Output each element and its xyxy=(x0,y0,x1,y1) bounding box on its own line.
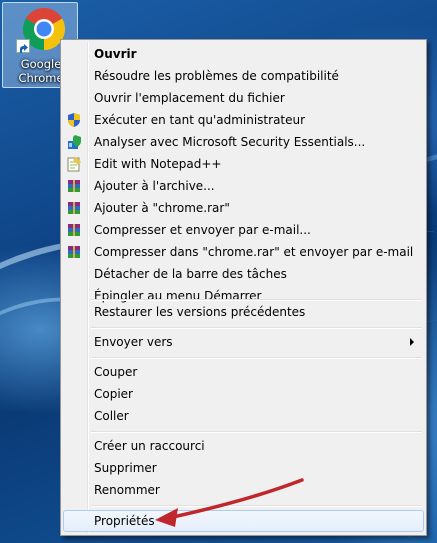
menu-separator xyxy=(91,327,422,329)
security-essentials-icon xyxy=(68,135,81,149)
menu-item-label: Couper xyxy=(94,365,138,379)
menu-item-label: Exécuter en tant qu'administrateur xyxy=(94,113,306,127)
menu-item-label: Ajouter à l'archive... xyxy=(94,179,215,193)
menu-item-run-as-administrator[interactable]: Exécuter en tant qu'administrateur xyxy=(63,109,424,131)
menu-item-label: Compresser dans "chrome.rar" et envoyer … xyxy=(94,245,414,259)
menu-item-unpin-from-taskbar[interactable]: Détacher de la barre des tâches xyxy=(63,263,424,285)
menu-item-label: Edit with Notepad++ xyxy=(94,157,222,171)
menu-item-label: Supprimer xyxy=(94,461,157,475)
menu-item-label: Analyser avec Microsoft Security Essenti… xyxy=(94,135,366,149)
menu-item-cut[interactable]: Couper xyxy=(63,361,424,383)
menu-item-ouvrir[interactable]: Ouvrir xyxy=(63,43,424,65)
menu-item-troubleshoot-compatibility[interactable]: Résoudre les problèmes de compatibilité xyxy=(63,65,424,87)
menu-item-delete[interactable]: Supprimer xyxy=(63,457,424,479)
menu-item-open-file-location[interactable]: Ouvrir l'emplacement du fichier xyxy=(63,87,424,109)
winrar-icon xyxy=(68,246,80,258)
menu-item-label: Restaurer les versions précédentes xyxy=(94,305,306,319)
menu-item-paste[interactable]: Coller xyxy=(63,405,424,427)
menu-item-edit-notepad-plus-plus[interactable]: Edit with Notepad++ xyxy=(63,153,424,175)
menu-item-label: Ouvrir xyxy=(94,47,137,61)
notepad-plus-plus-icon xyxy=(67,157,81,172)
uac-shield-icon xyxy=(68,113,80,127)
menu-item-label: Envoyer vers xyxy=(94,335,173,349)
menu-item-label: Créer un raccourci xyxy=(94,439,205,453)
shortcut-arrow-icon xyxy=(16,39,30,53)
menu-item-restore-previous-versions[interactable]: Restaurer les versions précédentes xyxy=(63,301,424,323)
menu-item-label: Renommer xyxy=(94,483,160,497)
menu-item-properties[interactable]: Propriétés xyxy=(63,510,424,532)
winrar-icon xyxy=(68,180,80,192)
menu-item-label: Ouvrir l'emplacement du fichier xyxy=(94,91,285,105)
menu-separator xyxy=(91,357,422,359)
menu-item-rename[interactable]: Renommer xyxy=(63,479,424,501)
winrar-icon xyxy=(68,202,80,214)
menu-item-label: Propriétés xyxy=(94,514,155,528)
menu-item-compress-and-email[interactable]: Compresser et envoyer par e-mail... xyxy=(63,219,424,241)
menu-item-label: Résoudre les problèmes de compatibilité xyxy=(94,69,339,83)
menu-separator xyxy=(91,505,422,507)
context-menu: Ouvrir Résoudre les problèmes de compati… xyxy=(60,39,427,536)
menu-item-label: Coller xyxy=(94,409,129,423)
menu-item-label: Ajouter à "chrome.rar" xyxy=(94,201,230,215)
menu-item-label: Détacher de la barre des tâches xyxy=(94,267,287,281)
menu-item-add-to-chrome-rar[interactable]: Ajouter à "chrome.rar" xyxy=(63,197,424,219)
menu-item-compress-to-chrome-rar-and-email[interactable]: Compresser dans "chrome.rar" et envoyer … xyxy=(63,241,424,263)
menu-item-label: Copier xyxy=(94,387,133,401)
menu-item-copy[interactable]: Copier xyxy=(63,383,424,405)
winrar-icon xyxy=(68,224,80,236)
menu-separator xyxy=(91,431,422,433)
menu-item-label: Compresser et envoyer par e-mail... xyxy=(94,223,311,237)
submenu-arrow-icon xyxy=(410,338,414,346)
menu-item-send-to[interactable]: Envoyer vers xyxy=(63,331,424,353)
menu-item-create-shortcut[interactable]: Créer un raccourci xyxy=(63,435,424,457)
menu-item-scan-security-essentials[interactable]: Analyser avec Microsoft Security Essenti… xyxy=(63,131,424,153)
menu-item-add-to-archive[interactable]: Ajouter à l'archive... xyxy=(63,175,424,197)
